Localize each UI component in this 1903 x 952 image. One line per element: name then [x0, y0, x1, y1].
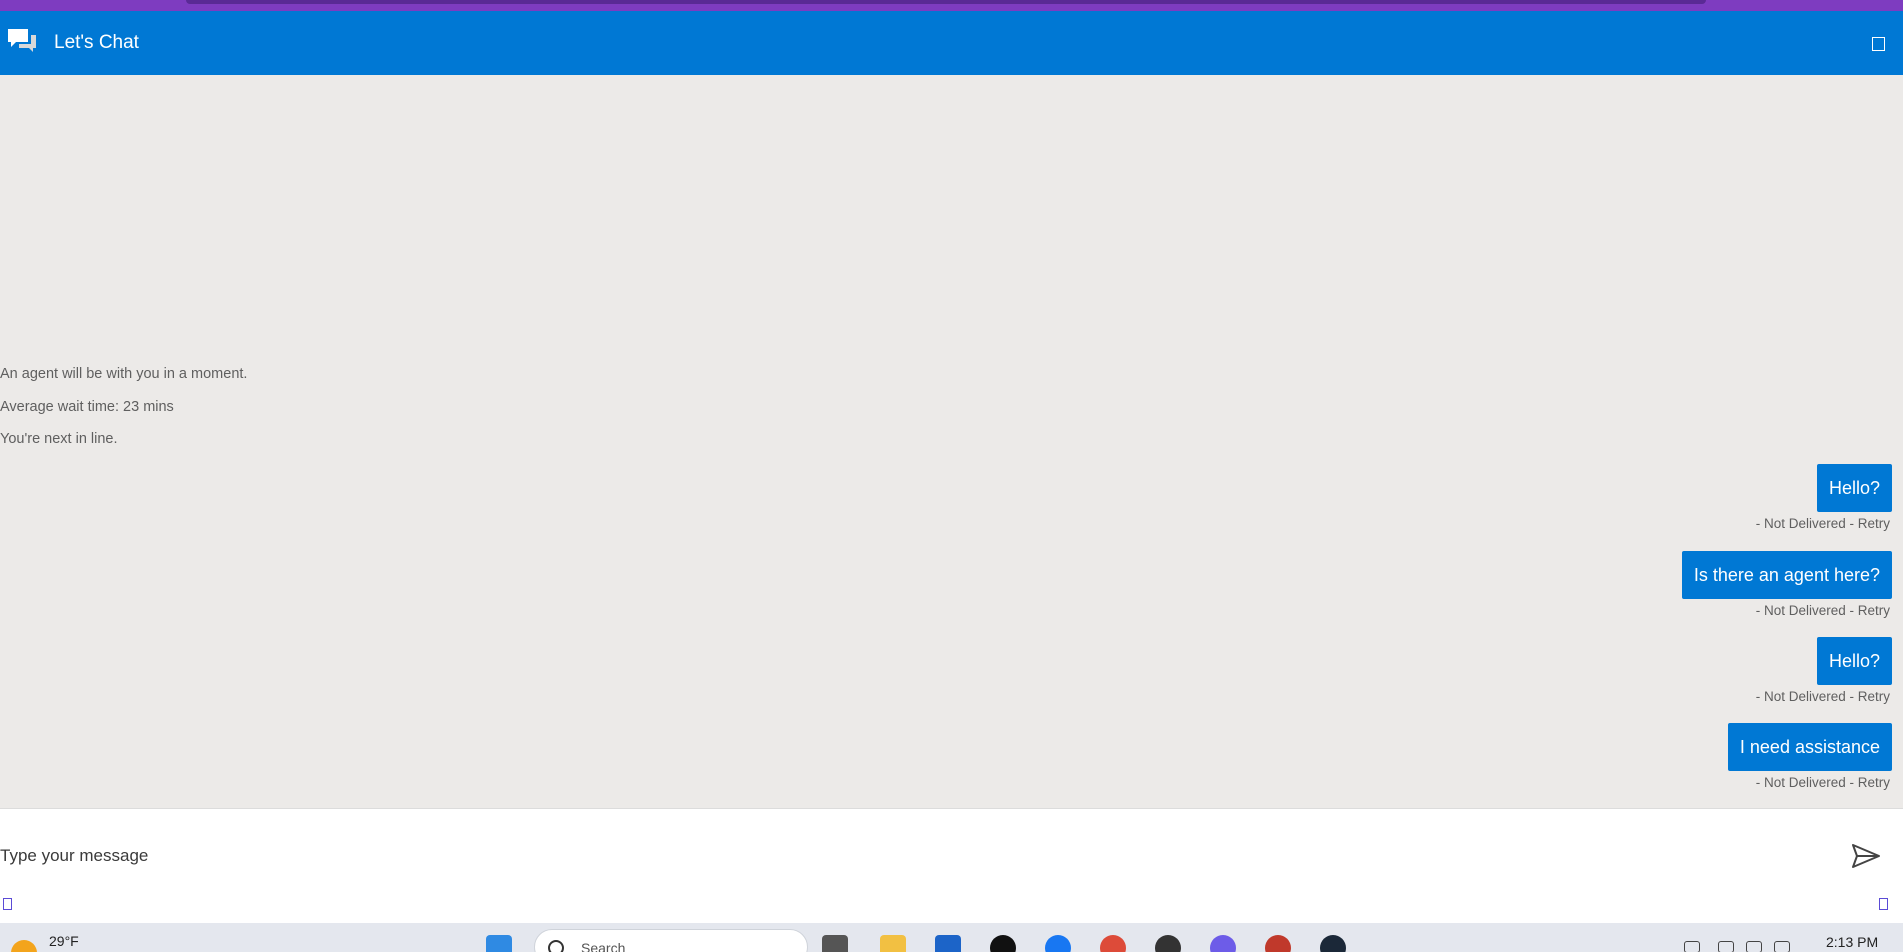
- windows-taskbar: 29°F Search 2:13 PM: [0, 923, 1903, 952]
- chrome-profile-icon[interactable]: [1265, 935, 1291, 952]
- volume-icon[interactable]: [1746, 941, 1762, 952]
- maximize-button[interactable]: [1872, 37, 1885, 51]
- message-list[interactable]: An agent will be with you in a moment. A…: [0, 75, 1903, 808]
- send-icon[interactable]: [1850, 841, 1882, 871]
- sent-message-bubble: I need assistance: [1727, 723, 1892, 771]
- chrome-icon[interactable]: [1100, 935, 1126, 952]
- app-icon[interactable]: [990, 935, 1016, 952]
- app-icon[interactable]: [1210, 935, 1236, 952]
- browser-frame-strip: [0, 0, 1903, 11]
- sent-message-bubble: Is there an agent here?: [1681, 551, 1892, 599]
- header-title: Let's Chat: [54, 32, 139, 53]
- store-icon[interactable]: [935, 935, 961, 952]
- chat-header: Let's Chat: [0, 11, 1903, 75]
- browser-tab-edge: [186, 0, 1706, 4]
- weather-temperature[interactable]: 29°F: [49, 933, 79, 949]
- message-status-retry[interactable]: - Not Delivered - Retry: [1756, 603, 1890, 618]
- weather-sun-icon[interactable]: [11, 940, 37, 952]
- taskbar-search-box[interactable]: Search: [534, 929, 808, 952]
- system-message-agent: An agent will be with you in a moment.: [0, 366, 248, 382]
- taskbar-clock[interactable]: 2:13 PM: [1826, 934, 1878, 950]
- sent-message-bubble: Hello?: [1816, 464, 1892, 512]
- system-message-queue-position: You're next in line.: [0, 431, 118, 447]
- battery-icon[interactable]: [1774, 941, 1790, 952]
- file-explorer-icon[interactable]: [880, 935, 906, 952]
- wifi-icon[interactable]: [1718, 941, 1734, 952]
- facebook-icon[interactable]: [1045, 935, 1071, 952]
- placeholder-glyph-icon: [3, 898, 12, 910]
- tray-app-icon[interactable]: [1684, 941, 1700, 952]
- system-message-wait-time: Average wait time: 23 mins: [0, 399, 174, 415]
- steam-icon[interactable]: [1320, 935, 1346, 952]
- placeholder-glyph-icon: [1879, 898, 1888, 910]
- message-input[interactable]: [0, 829, 1820, 883]
- windows-start-icon[interactable]: [486, 935, 512, 952]
- message-status-retry[interactable]: - Not Delivered - Retry: [1756, 516, 1890, 531]
- taskbar-search-label: Search: [581, 940, 626, 952]
- app-icon[interactable]: [1155, 935, 1181, 952]
- task-view-icon[interactable]: [822, 935, 848, 952]
- message-composer: [0, 808, 1903, 923]
- message-status-retry[interactable]: - Not Delivered - Retry: [1756, 775, 1890, 790]
- search-icon: [548, 940, 564, 952]
- chat-bubbles-icon: [8, 29, 36, 52]
- sent-message-bubble: Hello?: [1816, 637, 1892, 685]
- message-status-retry[interactable]: - Not Delivered - Retry: [1756, 689, 1890, 704]
